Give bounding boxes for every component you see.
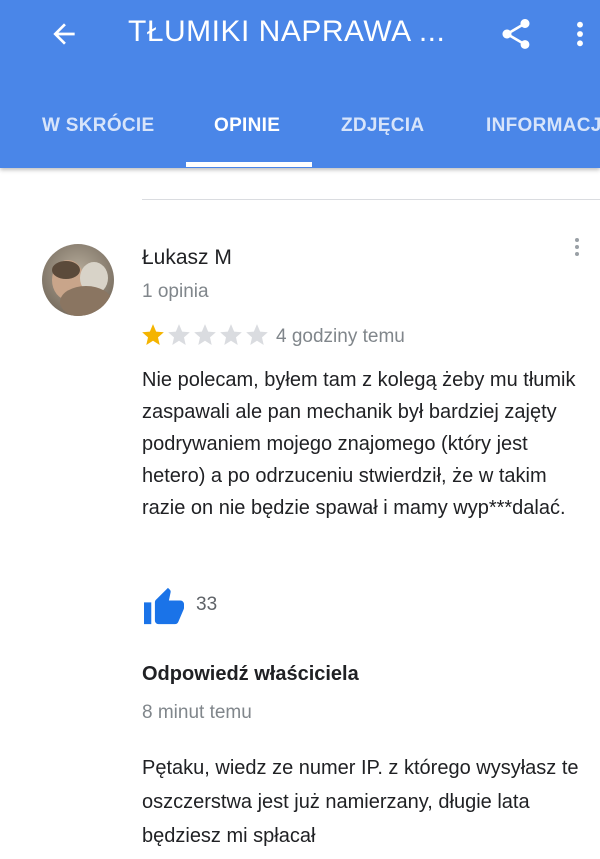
star-rating — [140, 322, 270, 348]
toolbar: TŁUMIKI NAPRAWA ... — [0, 0, 600, 72]
reviewer-name[interactable]: Łukasz M — [142, 246, 232, 270]
reviewer-review-count: 1 opinia — [142, 281, 209, 302]
owner-response-text: Pętaku, wiedz ze numer IP. z którego wys… — [142, 757, 579, 847]
like-button[interactable] — [142, 586, 186, 626]
arrow-back-icon — [53, 23, 75, 45]
avatar-image — [42, 244, 114, 316]
tab-overview[interactable]: W SKRÓCIE — [42, 84, 154, 168]
more-vert-icon — [575, 238, 579, 256]
star-filled-icon — [142, 324, 164, 345]
app-bar: TŁUMIKI NAPRAWA ... W SKRÓCIE OPINIE ZDJ… — [0, 0, 600, 168]
back-button[interactable] — [40, 14, 88, 54]
owner-response-time: 8 minut temu — [142, 702, 252, 723]
tab-info[interactable]: INFORMACJE — [486, 84, 600, 168]
owner-response-heading: Odpowiedź właściciela — [142, 663, 359, 685]
star-empty-icon — [168, 324, 190, 345]
star-empty-icon — [246, 324, 268, 345]
divider — [142, 199, 600, 200]
tab-bar: W SKRÓCIE OPINIE ZDJĘCIA INFORMACJE — [0, 84, 600, 168]
place-title: TŁUMIKI NAPRAWA ... — [128, 15, 446, 48]
like-count: 33 — [196, 594, 218, 615]
review-text: Nie polecam, byłem tam z kolegą żeby mu … — [142, 369, 576, 519]
more-vert-icon — [577, 21, 583, 47]
share-button[interactable] — [492, 12, 540, 56]
tab-photos[interactable]: ZDJĘCIA — [341, 84, 424, 168]
star-empty-icon — [194, 324, 216, 345]
star-empty-icon — [220, 324, 242, 345]
thumbs-up-icon — [144, 587, 184, 625]
avatar[interactable] — [42, 244, 114, 316]
tab-reviews[interactable]: OPINIE — [214, 84, 280, 168]
review-options-button[interactable] — [560, 230, 594, 264]
review-time: 4 godziny temu — [276, 326, 405, 347]
more-options-button[interactable] — [560, 12, 600, 56]
share-icon — [502, 19, 530, 49]
active-tab-indicator — [186, 162, 312, 167]
